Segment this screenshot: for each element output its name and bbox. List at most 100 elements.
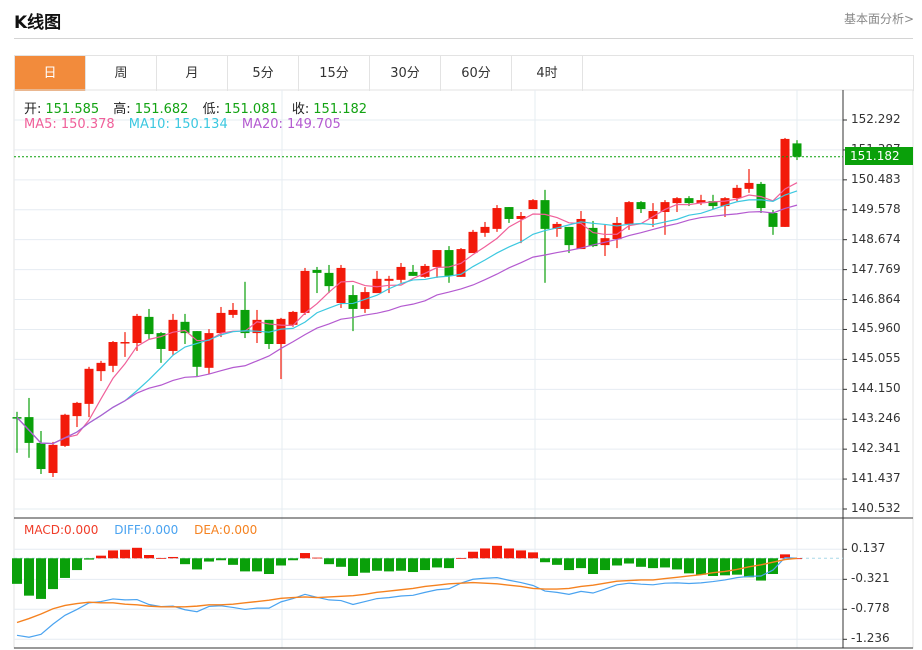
candle-body <box>504 207 514 219</box>
ma20-value: MA20: 149.705 <box>241 117 341 132</box>
candle-body <box>396 266 406 280</box>
macd-bar <box>636 558 646 567</box>
candle-body <box>768 213 778 227</box>
macd-bar <box>120 549 130 559</box>
diff-line <box>16 557 798 638</box>
macd-bar <box>444 558 454 569</box>
high-value: 151.682 <box>134 102 189 117</box>
candle-body <box>144 316 154 335</box>
macd-bar <box>216 558 226 561</box>
macd-bar <box>228 558 238 565</box>
candle-body <box>408 271 418 276</box>
candle-body <box>480 226 490 233</box>
high-label: 高: <box>113 102 131 117</box>
price-tick-label: 145.055 <box>851 351 901 366</box>
candle-body <box>732 187 742 199</box>
candle-body <box>228 309 238 315</box>
candle-body <box>84 368 94 404</box>
macd-bar <box>372 558 382 571</box>
macd-bar <box>516 550 526 559</box>
macd-bar <box>480 548 490 559</box>
low-value: 151.081 <box>223 102 278 117</box>
macd-bar <box>552 558 562 565</box>
candle-body <box>432 250 442 267</box>
close-label: 收: <box>291 102 310 117</box>
macd-tick-label: 0.137 <box>851 541 886 556</box>
price-tick-label: 140.532 <box>851 501 901 515</box>
price-tick-label: 145.960 <box>851 321 901 336</box>
macd-bar <box>756 558 766 581</box>
macd-bar <box>492 545 502 559</box>
macd-bar <box>168 556 178 559</box>
price-tick-label: 143.246 <box>851 411 901 426</box>
candle-body <box>792 143 802 157</box>
macd-bar <box>396 558 406 571</box>
candle-body <box>216 312 226 334</box>
candle-body <box>48 444 58 474</box>
candle-body <box>780 138 790 227</box>
macd-bar <box>180 558 190 565</box>
macd-bar <box>732 558 742 575</box>
price-tick-label: 141.437 <box>851 471 901 486</box>
candle-body <box>564 226 574 246</box>
macd-bar <box>96 555 106 559</box>
macd-bar <box>72 558 82 571</box>
candle-body <box>240 309 250 334</box>
macd-bar <box>564 558 574 571</box>
macd-bar <box>264 558 274 575</box>
macd-bar <box>624 558 634 564</box>
macd-bar <box>420 558 430 571</box>
candle-body <box>660 202 670 213</box>
macd-tick-label: -0.778 <box>851 601 890 616</box>
candle-body <box>492 208 502 229</box>
candle-body <box>636 202 646 210</box>
low-label: 低: <box>202 102 220 117</box>
macd-bar <box>192 558 202 570</box>
macd-bar <box>84 558 94 560</box>
macd-bar <box>24 558 34 596</box>
macd-bar <box>48 558 58 590</box>
ma5-line <box>16 182 798 445</box>
candle-body <box>624 202 634 224</box>
price-tick-label: 144.150 <box>851 381 901 396</box>
macd-bar <box>276 558 286 566</box>
ma-legend: MA5: 150.378 MA10: 150.134 MA20: 149.705 <box>24 117 345 132</box>
macd-bar <box>156 557 166 559</box>
macd-bar <box>528 552 538 559</box>
open-value: 151.585 <box>45 102 100 117</box>
price-tick-label: 142.341 <box>851 441 901 456</box>
macd-value: MACD:0.000 <box>24 523 99 537</box>
macd-bar <box>12 558 22 584</box>
macd-bar <box>108 550 118 559</box>
price-tick-label: 149.578 <box>851 201 901 216</box>
candle-body <box>312 269 322 273</box>
dea-value: DEA:0.000 <box>194 523 258 537</box>
macd-bar <box>468 551 478 559</box>
macd-bar <box>252 558 262 572</box>
ma5-value: MA5: 150.378 <box>24 117 115 132</box>
macd-bar <box>336 558 346 567</box>
candle-body <box>336 267 346 303</box>
macd-bar <box>672 558 682 570</box>
macd-bar <box>384 558 394 572</box>
macd-bar <box>432 558 442 568</box>
ohlc-legend: 开: 151.585 高: 151.682 低: 151.081 收: 151.182 <box>24 98 377 117</box>
macd-bar <box>300 553 310 559</box>
diff-value: DIFF:0.000 <box>114 523 179 537</box>
candle-body <box>684 198 694 204</box>
candle-body <box>468 231 478 254</box>
candle-body <box>444 250 454 276</box>
open-label: 开: <box>24 102 42 117</box>
macd-bar <box>60 558 70 578</box>
price-tick-label: 148.674 <box>851 231 901 246</box>
ma10-value: MA10: 150.134 <box>128 117 228 132</box>
macd-bar <box>576 558 586 569</box>
macd-bar <box>540 558 550 563</box>
macd-bar <box>36 558 46 599</box>
macd-tick-label: -1.236 <box>851 631 890 646</box>
candle-body <box>384 278 394 281</box>
candle-body <box>120 342 130 344</box>
macd-bar <box>288 558 298 561</box>
candle-body <box>300 270 310 313</box>
macd-legend: MACD:0.000 DIFF:0.000 DEA:0.000 <box>24 523 257 537</box>
